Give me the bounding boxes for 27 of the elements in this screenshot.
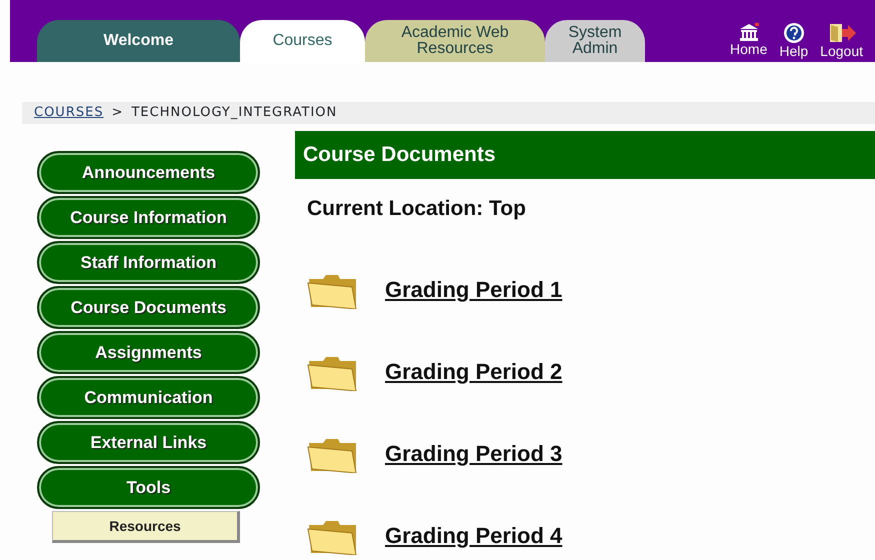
top-link[interactable]: Help [775, 22, 812, 58]
nav-tab[interactable]: Academic Web Resources [365, 20, 545, 62]
top-link[interactable]: Home [726, 22, 772, 58]
sidebar-button[interactable]: Course Information [37, 196, 260, 239]
current-location: Current Location: Top [307, 196, 527, 222]
sidebar-button[interactable]: Assignments [37, 331, 260, 374]
top-link[interactable]: Logout [816, 22, 867, 58]
folder-link[interactable]: Grading Period 2 [385, 355, 562, 388]
nav-tab[interactable]: Courses [240, 20, 365, 62]
sidebar-button[interactable]: Staff Information [37, 241, 260, 284]
sidebar-button[interactable]: Communication [37, 376, 260, 419]
breadcrumb-current: TECHNOLOGY_INTEGRATION [131, 104, 338, 122]
breadcrumb-link[interactable]: COURSES [34, 103, 104, 123]
sidebar-button[interactable]: Course Documents [37, 286, 260, 329]
help-icon [782, 22, 805, 44]
sidebar-button[interactable]: Tools [37, 466, 260, 509]
sidebar-button[interactable]: External Links [37, 421, 260, 464]
sidebar-button[interactable]: Announcements [37, 151, 260, 194]
nav-tab[interactable]: System Admin [545, 20, 645, 62]
folder-link[interactable]: Grading Period 3 [385, 437, 562, 470]
building-icon [738, 22, 760, 42]
sidebar-tab[interactable]: Resources [52, 511, 240, 543]
section-header: Course Documents [295, 131, 875, 179]
folder-link[interactable]: Grading Period 4 [385, 519, 562, 552]
folder-link[interactable]: Grading Period 1 [385, 273, 562, 306]
nav-tab[interactable]: Welcome [37, 20, 240, 62]
breadcrumb-separator: > [112, 104, 124, 122]
